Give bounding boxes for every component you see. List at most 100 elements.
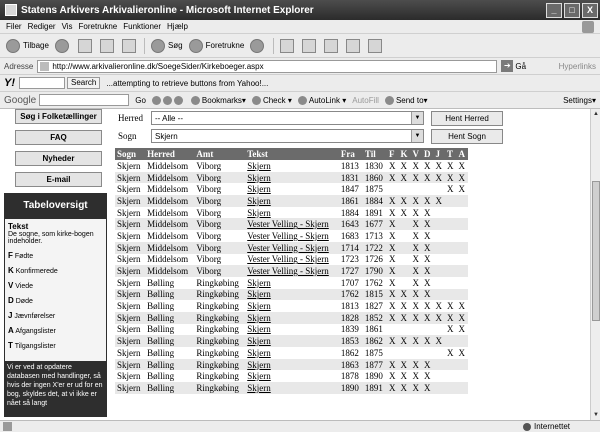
stop-icon [77, 38, 92, 53]
book-link[interactable]: Vester Velling - Skjern [247, 231, 329, 241]
news-button[interactable]: Nyheder [15, 151, 102, 166]
vertical-scrollbar[interactable]: ▲ ▼ [590, 109, 600, 420]
refresh-button[interactable] [99, 38, 116, 53]
book-link[interactable]: Vester Velling - Skjern [247, 254, 329, 264]
table-cell: Middelsom [145, 218, 195, 231]
book-link[interactable]: Skjern [247, 289, 271, 299]
google-settings-button[interactable]: Settings▾ [563, 96, 596, 105]
table-cell: X [410, 288, 422, 301]
book-link[interactable]: Skjern [247, 208, 271, 218]
yahoo-search-input[interactable] [19, 77, 65, 89]
menu-file[interactable]: Filer [6, 22, 22, 31]
herred-select[interactable]: -- Alle -- ▼ [151, 111, 424, 125]
maximize-button[interactable]: □ [564, 2, 580, 18]
book-link[interactable]: Skjern [247, 184, 271, 194]
chevron-down-icon[interactable]: ▼ [411, 112, 423, 124]
close-button[interactable]: X [582, 2, 598, 18]
table-cell: X [444, 300, 457, 312]
table-cell: Middelsom [145, 253, 195, 266]
table-cell: 1875 [362, 183, 387, 196]
column-header: Til [362, 148, 387, 160]
chevron-down-icon[interactable]: ▼ [411, 130, 423, 142]
menu-edit[interactable]: Rediger [28, 22, 56, 31]
google-logo[interactable]: Google [4, 95, 36, 106]
google-icon-group[interactable] [151, 95, 185, 105]
menu-favorites[interactable]: Foretrukne [79, 22, 118, 31]
send-icon [384, 95, 394, 105]
forward-button[interactable] [54, 38, 72, 53]
google-go-button[interactable]: Go [135, 96, 146, 105]
table-cell [444, 230, 457, 242]
faq-button[interactable]: FAQ [15, 130, 102, 145]
table-cell: X [398, 300, 411, 312]
search-census-button[interactable]: Søg i Folketællinger [15, 109, 102, 124]
links-button[interactable]: Hyperlinks [559, 62, 596, 71]
menu-help[interactable]: Hjælp [167, 22, 188, 31]
legend-item: A Afgangslister [8, 326, 56, 335]
column-header: Tekst [245, 148, 339, 160]
book-link[interactable]: Skjern [247, 360, 271, 370]
check-button[interactable]: Check ▾ [251, 95, 292, 105]
book-link[interactable]: Skjern [247, 383, 271, 393]
discuss-button[interactable] [346, 38, 362, 53]
table-cell: X [398, 335, 411, 347]
scrollbar-thumb[interactable] [592, 181, 600, 321]
address-input[interactable]: http://www.arkivalieronline.dk/SoegeSide… [37, 59, 498, 73]
go-button[interactable]: ➔ Gå [501, 60, 526, 72]
sendto-button[interactable]: Send to▾ [384, 95, 428, 105]
yahoo-logo[interactable]: Y! [4, 77, 15, 89]
media-button[interactable] [250, 38, 267, 53]
autofill-button[interactable]: AutoFill [352, 96, 379, 105]
research-button[interactable] [368, 38, 384, 53]
email-button[interactable]: E-mail [15, 172, 102, 187]
minimize-button[interactable]: _ [546, 2, 562, 18]
home-button[interactable] [121, 38, 138, 53]
book-link[interactable]: Skjern [247, 313, 271, 323]
back-button[interactable]: Tilbage [6, 38, 49, 53]
book-link[interactable]: Skjern [247, 278, 271, 288]
table-cell: Bølling [145, 288, 195, 301]
menu-tools[interactable]: Funktioner [123, 22, 161, 31]
book-link[interactable]: Skjern [247, 371, 271, 381]
book-link[interactable]: Skjern [247, 324, 271, 334]
edit-button[interactable] [324, 38, 340, 53]
scroll-up-icon[interactable]: ▲ [591, 109, 600, 119]
table-cell: X [456, 323, 468, 336]
sogn-select[interactable]: Skjern ▼ [151, 129, 424, 143]
table-cell: X [398, 288, 411, 301]
table-cell: 1830 [362, 160, 387, 172]
globe-icon [522, 422, 531, 431]
hent-sogn-button[interactable]: Hent Sogn [431, 128, 503, 144]
stop-button[interactable] [77, 38, 94, 53]
table-cell [444, 265, 457, 277]
yahoo-search-button[interactable]: Search [67, 77, 101, 89]
autolink-button[interactable]: AutoLink ▾ [297, 95, 346, 105]
book-link[interactable]: Vester Velling - Skjern [247, 243, 329, 253]
google-search-input[interactable] [39, 94, 130, 106]
book-link[interactable]: Vester Velling - Skjern [247, 266, 329, 276]
book-link[interactable]: Skjern [247, 161, 271, 171]
table-cell: Viborg [194, 160, 246, 172]
print-button[interactable] [302, 38, 318, 53]
bookmarks-button[interactable]: Bookmarks▾ [190, 95, 246, 105]
favorites-button[interactable]: Foretrukne [188, 38, 244, 53]
book-link[interactable]: Skjern [247, 336, 271, 346]
book-link[interactable]: Skjern [247, 196, 271, 206]
table-cell: 1839 [338, 323, 363, 336]
church-books-table: Sogn Herred Amt Tekst Fra Til F K V D J T A Skjern Mi… [115, 148, 468, 394]
table-cell: Skjern [115, 160, 146, 172]
menu-view[interactable]: Vis [62, 22, 73, 31]
table-cell: X [398, 382, 411, 394]
table-cell: Skjern [115, 253, 146, 266]
book-link[interactable]: Skjern [247, 173, 271, 183]
book-link[interactable]: Vester Velling - Skjern [247, 219, 329, 229]
mail-button[interactable] [280, 38, 296, 53]
book-link[interactable]: Skjern [247, 301, 271, 311]
scroll-down-icon[interactable]: ▼ [591, 410, 600, 420]
table-cell [433, 241, 445, 254]
printer-icon [302, 38, 317, 53]
book-link[interactable]: Skjern [247, 348, 271, 358]
search-button[interactable]: Søg [150, 38, 183, 53]
table-cell [456, 206, 468, 219]
hent-herred-button[interactable]: Hent Herred [431, 110, 503, 126]
